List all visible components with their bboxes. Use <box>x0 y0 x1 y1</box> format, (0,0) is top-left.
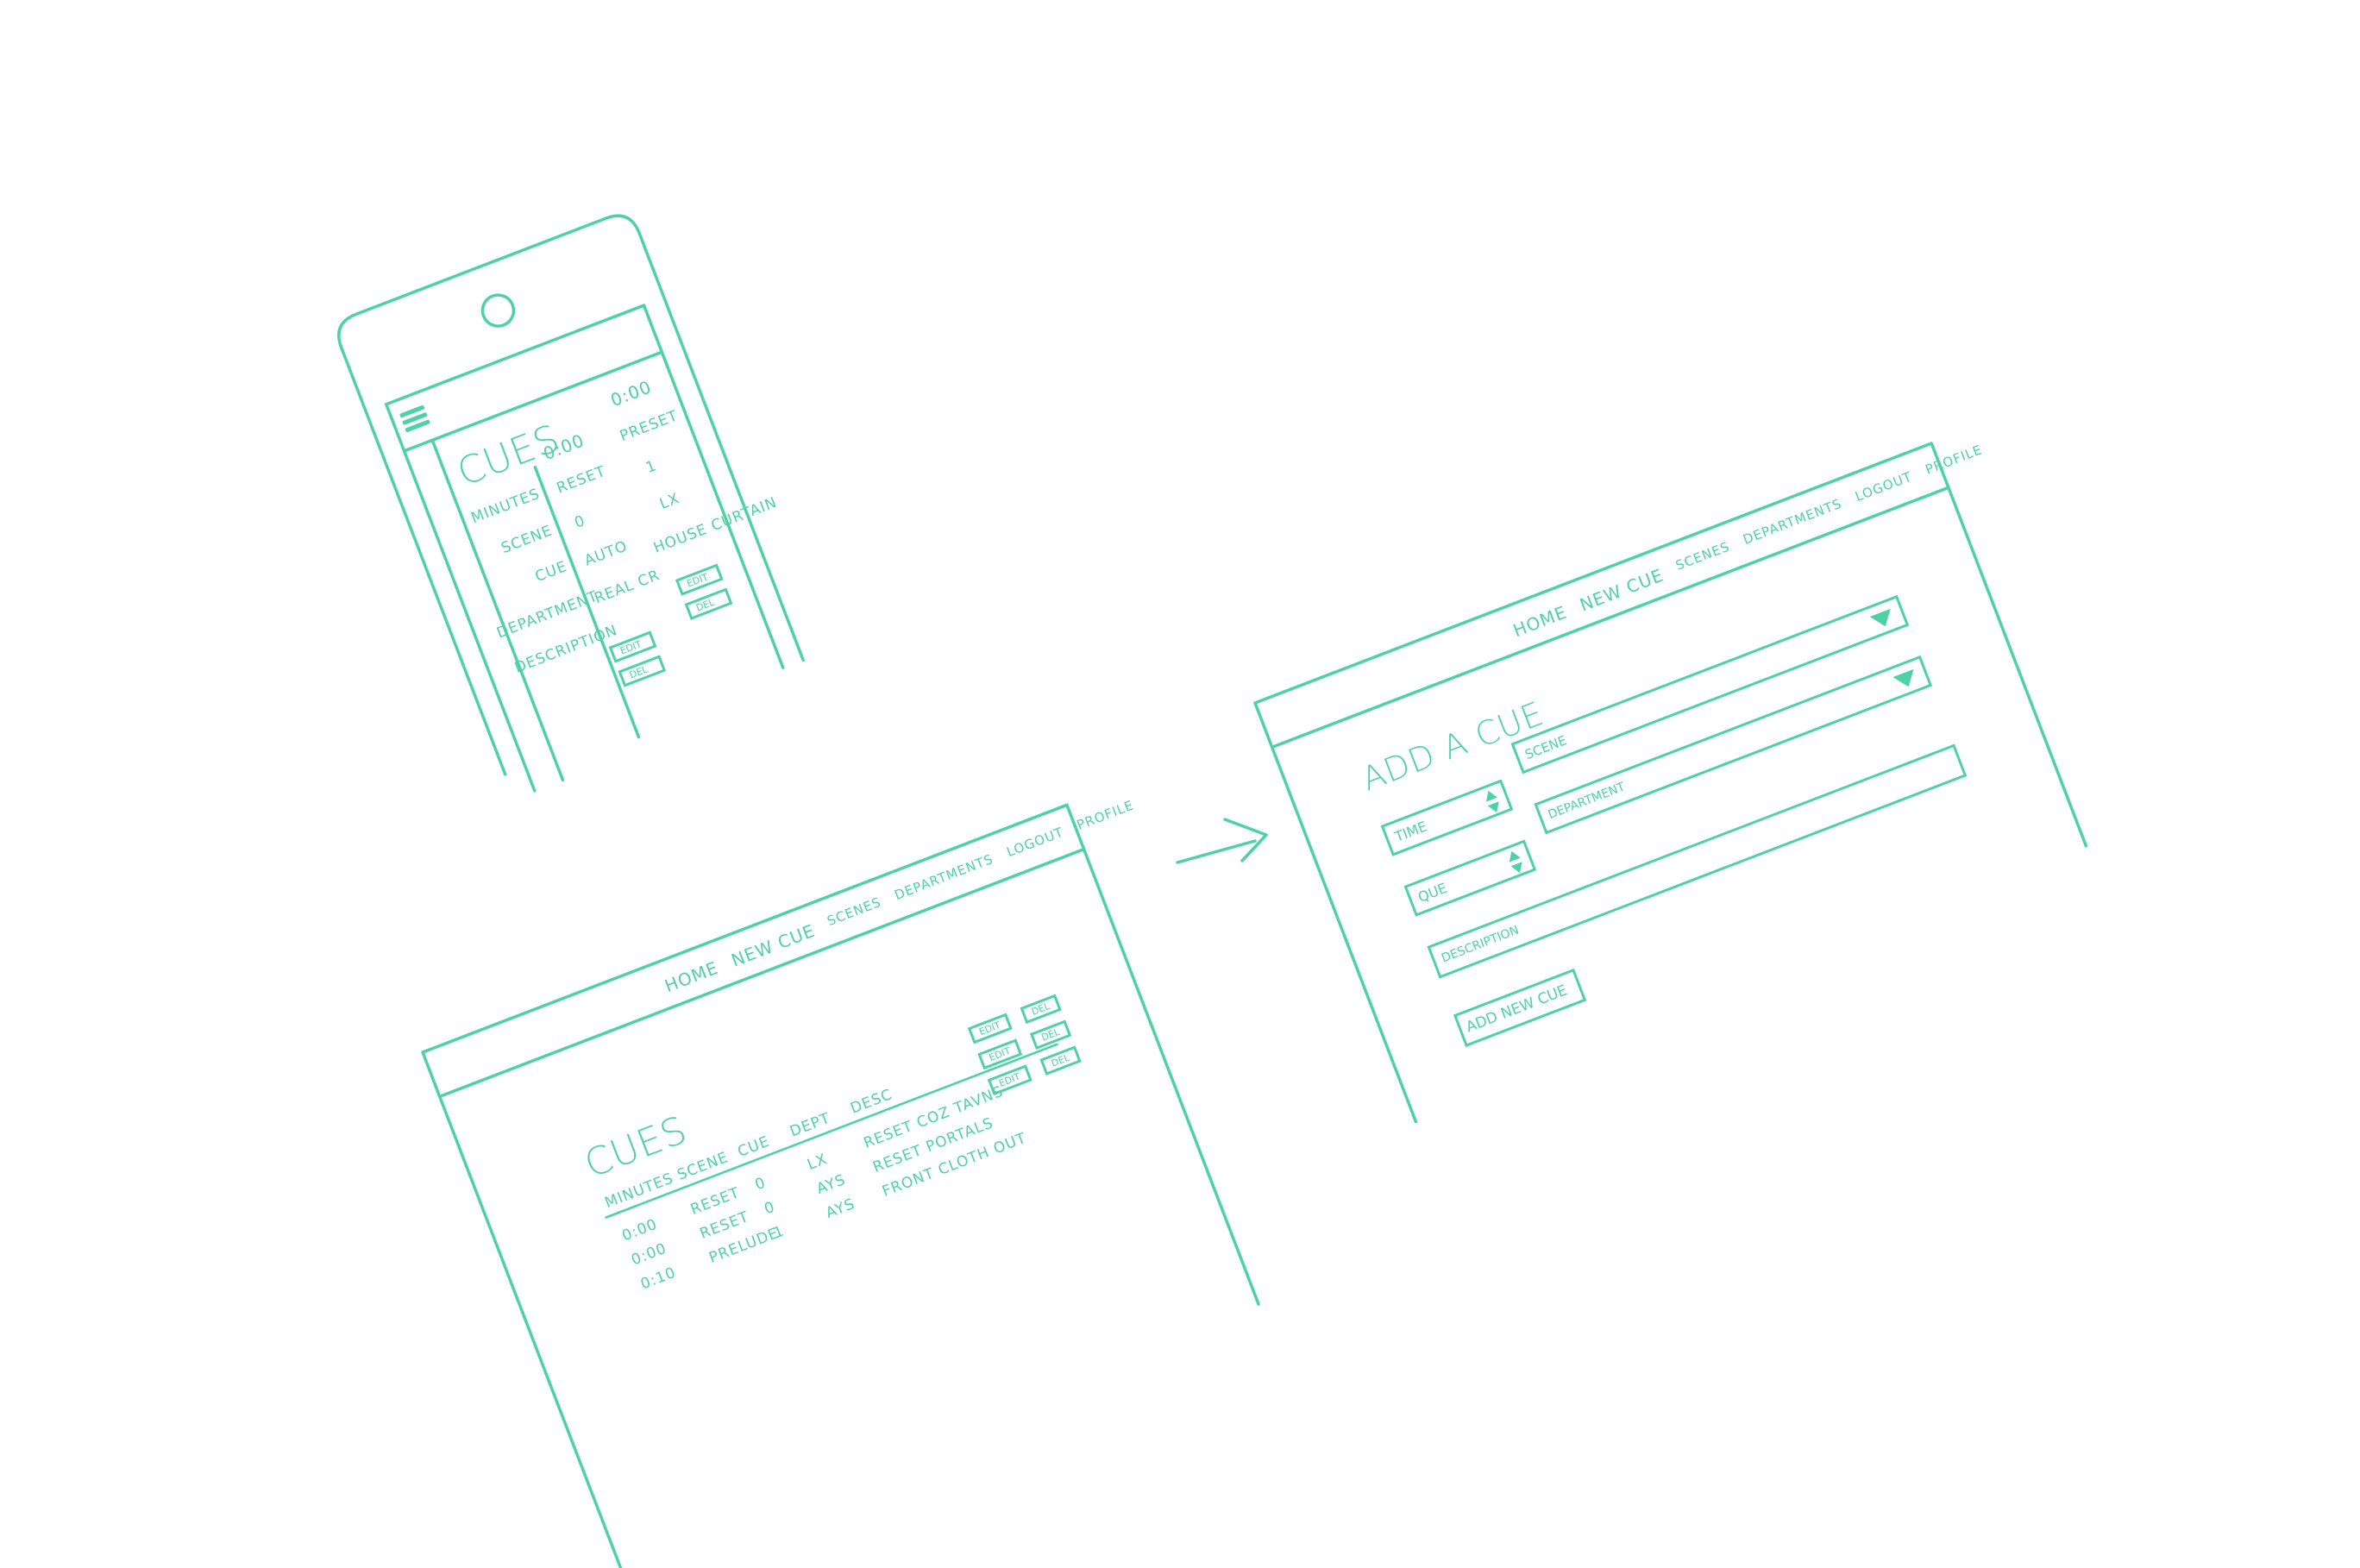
add-cue-sketch: HOME NEW CUE SCENES DEPARTMENTS LOGOUT P… <box>1253 442 2093 1124</box>
stepper-arrows-icon[interactable] <box>1505 849 1527 876</box>
chevron-down-icon[interactable] <box>1869 608 1896 631</box>
arrow-right-icon <box>1176 818 1268 864</box>
phone-outline <box>337 214 805 793</box>
nav-profile[interactable]: PROFILE <box>1075 797 1138 836</box>
desktop-list-sketch: HOME NEW CUE SCENES DEPARTMENTS LOGOUT P… <box>421 797 1265 1568</box>
chevron-down-icon[interactable] <box>1892 668 1919 692</box>
mobile-sketch: CUES MINUTES SCENE CUE DEPARTMENT DESCRI… <box>332 209 813 798</box>
stepper-arrows-icon[interactable] <box>1482 788 1503 816</box>
